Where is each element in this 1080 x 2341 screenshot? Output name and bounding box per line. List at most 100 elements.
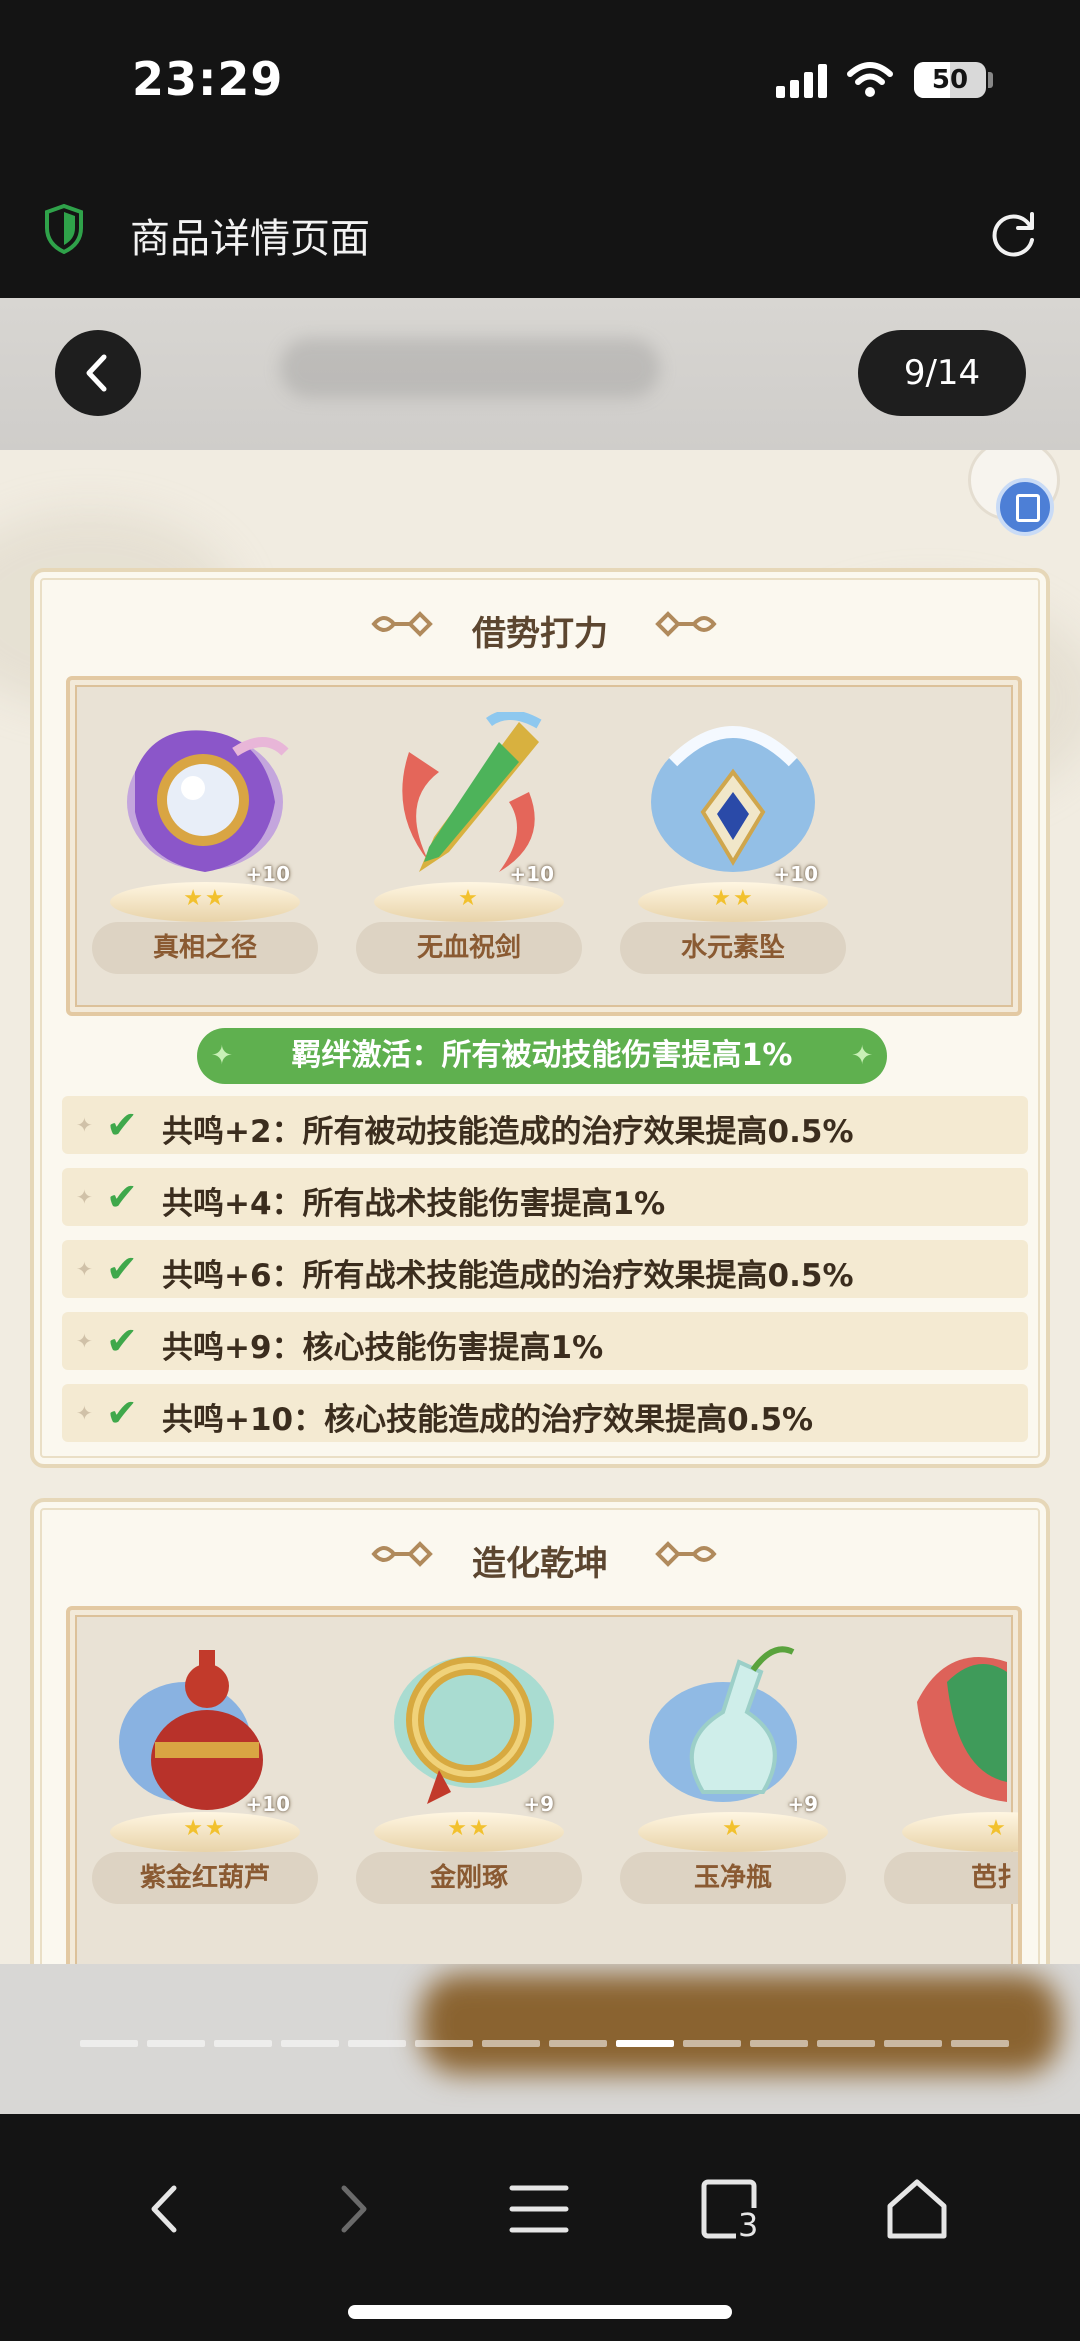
item-card[interactable]: ★ 芭扌 (882, 1642, 1018, 1904)
tabs-button[interactable]: 3 (696, 2174, 766, 2244)
blurred-background (420, 1974, 1060, 2074)
check-icon: ✔ (106, 1391, 138, 1435)
image-viewer[interactable]: 9/14 借势打力 ★★ +10 真相之径 ★ +10 无血祝剑 ★★ +10 … (0, 298, 1080, 1964)
item-level: +10 (773, 862, 818, 886)
resonance-text: 共鸣+9：核心技能伤害提高1% (162, 1330, 604, 1366)
home-indicator[interactable] (348, 2305, 732, 2319)
diamond-icon: ✦ (76, 1113, 93, 1137)
item-card[interactable]: ★★ +9 金刚琢 (354, 1642, 584, 1904)
viewer-footer (0, 1964, 1080, 2114)
reload-icon[interactable] (988, 208, 1040, 260)
resonance-row: ✦ ✔ 共鸣+6：所有战术技能造成的治疗效果提高0.5% (62, 1240, 1028, 1298)
item-level: +9 (787, 1792, 818, 1816)
back-arrow-icon[interactable] (130, 2174, 200, 2244)
item-stars: ★★ (183, 1816, 227, 1841)
sparkle-icon: ✦ (211, 1041, 233, 1071)
page-dot[interactable] (80, 2040, 138, 2047)
wifi-icon (847, 62, 893, 97)
back-button[interactable] (55, 330, 141, 416)
blurred-background (280, 338, 660, 398)
page-dot[interactable] (817, 2040, 875, 2047)
right-ornament-icon (655, 611, 717, 637)
set-panel-2: 造化乾坤 ★★ +10 紫金红葫芦 ★★ +9 金刚琢 ★ +9 玉净瓶 ★ 芭… (30, 1498, 1050, 1964)
tabs-count: 3 (736, 2206, 761, 2244)
item-name: 金刚琢 (356, 1852, 582, 1904)
resonance-row: ✦ ✔ 共鸣+4：所有战术技能伤害提高1% (62, 1168, 1028, 1226)
page-counter: 9/14 (858, 330, 1026, 416)
page-dot[interactable] (951, 2040, 1009, 2047)
page-dot[interactable] (482, 2040, 540, 2047)
item-stars: ★ (986, 1816, 1008, 1841)
page-dot[interactable] (750, 2040, 808, 2047)
signal-icon (776, 62, 832, 98)
resonance-text: 共鸣+2：所有被动技能造成的治疗效果提高0.5% (162, 1114, 854, 1150)
item-level: +10 (509, 862, 554, 886)
item-card[interactable]: ★ +9 玉净瓶 (618, 1642, 848, 1904)
forward-arrow-icon[interactable] (318, 2174, 388, 2244)
diamond-icon: ✦ (76, 1401, 93, 1425)
resonance-row: ✦ ✔ 共鸣+10：核心技能造成的治疗效果提高0.5% (62, 1384, 1028, 1442)
home-icon[interactable] (882, 2174, 952, 2244)
item-stars: ★ (722, 1816, 744, 1841)
item-name: 水元素坠 (620, 922, 846, 974)
sparkle-icon: ✦ (851, 1041, 873, 1071)
right-ornament-icon (655, 1541, 717, 1567)
bond-banner: ✦ 羁绊激活：所有被动技能伤害提高1% ✦ (197, 1028, 887, 1084)
page-dot[interactable] (281, 2040, 339, 2047)
resonance-text: 共鸣+4：所有战术技能伤害提高1% (162, 1186, 666, 1222)
fan-artifact-icon (917, 1657, 1007, 1802)
page-dot[interactable] (415, 2040, 473, 2047)
panel-title: 借势打力 (472, 614, 608, 654)
book-icon[interactable] (996, 478, 1054, 536)
item-frame: ★★ +10 紫金红葫芦 ★★ +9 金刚琢 ★ +9 玉净瓶 ★ 芭扌 (66, 1606, 1022, 1964)
resonance-text: 共鸣+10：核心技能造成的治疗效果提高0.5% (162, 1402, 814, 1438)
page-title: 商品详情页面 (130, 216, 370, 262)
item-stars: ★★ (711, 886, 755, 911)
check-icon: ✔ (106, 1103, 138, 1147)
check-icon: ✔ (106, 1175, 138, 1219)
browser-header: 商品详情页面 (0, 160, 1080, 298)
resonance-text: 共鸣+6：所有战术技能造成的治疗效果提高0.5% (162, 1258, 854, 1294)
item-stars: ★★ (447, 1816, 491, 1841)
item-card[interactable]: ★ +10 无血祝剑 (354, 712, 584, 974)
battery-icon: 50 (914, 62, 986, 98)
menu-icon[interactable] (504, 2174, 574, 2244)
page-dot[interactable] (884, 2040, 942, 2047)
page-dot[interactable] (147, 2040, 205, 2047)
page-dot[interactable] (683, 2040, 741, 2047)
item-stars: ★ (458, 886, 480, 911)
page-dot[interactable] (348, 2040, 406, 2047)
item-frame: ★★ +10 真相之径 ★ +10 无血祝剑 ★★ +10 水元素坠 (66, 676, 1022, 1016)
check-icon: ✔ (106, 1247, 138, 1291)
diamond-icon: ✦ (76, 1185, 93, 1209)
item-name: 玉净瓶 (620, 1852, 846, 1904)
item-card[interactable]: ★★ +10 真相之径 (90, 712, 320, 974)
page-indicator[interactable] (80, 2040, 1010, 2048)
item-level: +10 (245, 1792, 290, 1816)
resonance-row: ✦ ✔ 共鸣+2：所有被动技能造成的治疗效果提高0.5% (62, 1096, 1028, 1154)
diamond-icon: ✦ (76, 1329, 93, 1353)
item-name: 真相之径 (92, 922, 318, 974)
bond-text: 羁绊激活：所有被动技能伤害提高1% (291, 1038, 793, 1073)
battery-tip (988, 72, 993, 88)
game-screenshot: 借势打力 ★★ +10 真相之径 ★ +10 无血祝剑 ★★ +10 水元素坠 … (0, 450, 1080, 1964)
item-name: 芭扌 (884, 1852, 1018, 1904)
item-card[interactable]: ★★ +10 紫金红葫芦 (90, 1642, 320, 1904)
page-dot[interactable] (549, 2040, 607, 2047)
page-dot[interactable] (616, 2040, 674, 2047)
item-stars: ★★ (183, 886, 227, 911)
item-card[interactable]: ★★ +10 水元素坠 (618, 712, 848, 974)
viewer-toolbar: 9/14 (0, 298, 1080, 450)
page-dot[interactable] (214, 2040, 272, 2047)
panel-title: 造化乾坤 (472, 1544, 608, 1584)
diamond-icon: ✦ (76, 1257, 93, 1281)
check-icon: ✔ (106, 1319, 138, 1363)
item-level: +9 (523, 1792, 554, 1816)
set-panel-1: 借势打力 ★★ +10 真相之径 ★ +10 无血祝剑 ★★ +10 水元素坠 … (30, 568, 1050, 1468)
status-time: 23:29 (132, 52, 284, 106)
shield-icon[interactable] (44, 204, 84, 254)
item-name: 无血祝剑 (356, 922, 582, 974)
status-bar: 23:29 50 (0, 0, 1080, 160)
resonance-row: ✦ ✔ 共鸣+9：核心技能伤害提高1% (62, 1312, 1028, 1370)
item-level: +10 (245, 862, 290, 886)
